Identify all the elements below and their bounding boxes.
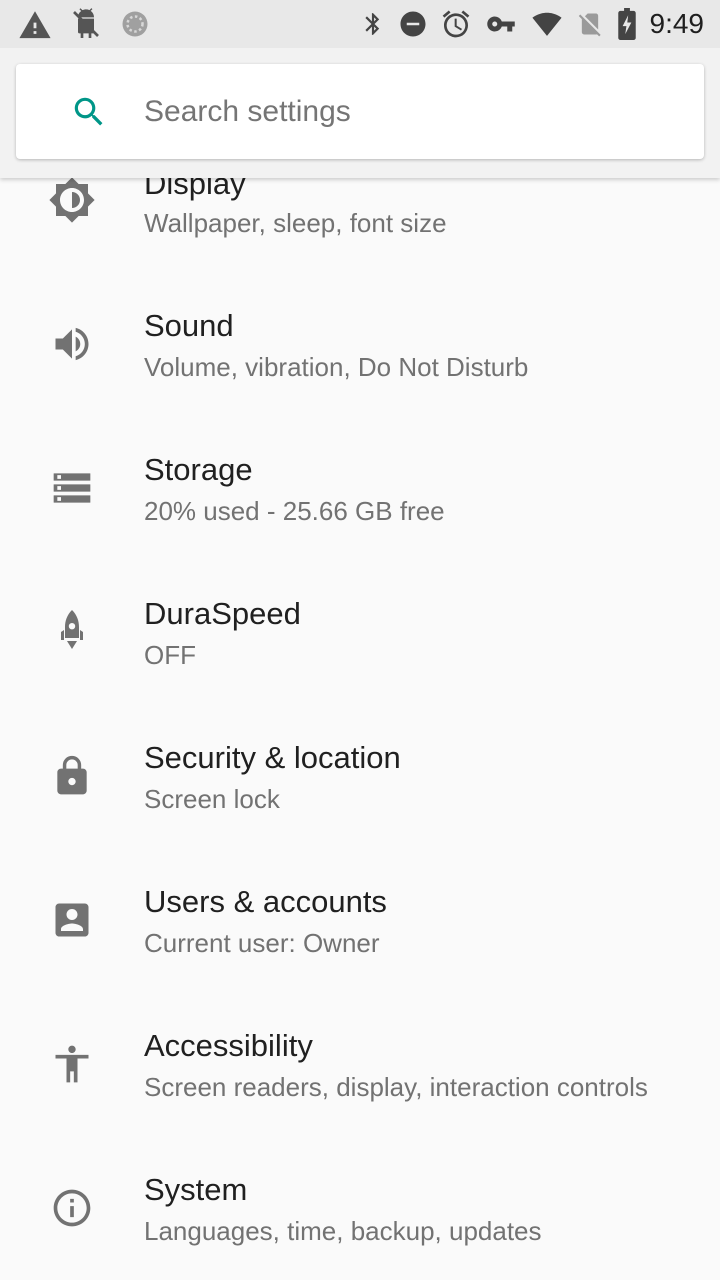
search-input[interactable] — [144, 82, 684, 142]
clock: 9:49 — [649, 8, 705, 39]
alarm-icon — [440, 8, 472, 40]
settings-item-title: Sound — [144, 308, 234, 343]
no-sim-icon — [576, 9, 604, 39]
settings-item-title: Users & accounts — [144, 884, 387, 919]
storage-icon — [48, 464, 96, 512]
settings-item-summary: 20% used - 25.66 GB free — [144, 496, 445, 526]
settings-item-title: Accessibility — [144, 1028, 313, 1063]
warning-icon — [18, 8, 52, 40]
settings-item-duraspeed[interactable]: DuraSpeed OFF — [0, 560, 720, 704]
brightness-icon — [48, 176, 96, 224]
battery-charging-icon — [616, 8, 638, 40]
settings-item-summary: Screen lock — [144, 784, 280, 814]
settings-item-summary: Wallpaper, sleep, font size — [144, 208, 447, 238]
settings-item-summary: Volume, vibration, Do Not Disturb — [144, 352, 529, 382]
status-bar: 9:49 — [0, 0, 720, 48]
info-icon — [48, 1184, 96, 1232]
settings-item-system[interactable]: System Languages, time, backup, updates — [0, 1136, 720, 1280]
settings-item-title: DuraSpeed — [144, 596, 301, 631]
search-bar[interactable] — [16, 64, 704, 159]
settings-item-sound[interactable]: Sound Volume, vibration, Do Not Disturb — [0, 272, 720, 416]
vpn-key-icon — [484, 9, 518, 39]
do-not-disturb-icon — [398, 9, 428, 39]
settings-item-title: Storage — [144, 452, 253, 487]
settings-item-security[interactable]: Security & location Screen lock — [0, 704, 720, 848]
android-debug-icon — [70, 8, 102, 40]
volume-icon — [48, 320, 96, 368]
sync-circle-icon — [120, 9, 150, 39]
search-icon[interactable] — [70, 93, 108, 131]
settings-item-summary: Current user: Owner — [144, 928, 380, 958]
settings-item-accessibility[interactable]: Accessibility Screen readers, display, i… — [0, 992, 720, 1136]
search-header — [0, 48, 720, 178]
lock-icon — [48, 752, 96, 800]
settings-list: Display Wallpaper, sleep, font size Soun… — [0, 0, 720, 1280]
settings-item-storage[interactable]: Storage 20% used - 25.66 GB free — [0, 416, 720, 560]
rocket-icon — [48, 608, 96, 656]
settings-item-title: Security & location — [144, 740, 401, 775]
wifi-icon — [530, 9, 564, 39]
accessibility-icon — [48, 1040, 96, 1088]
account-box-icon — [48, 896, 96, 944]
settings-item-summary: Languages, time, backup, updates — [144, 1216, 542, 1246]
settings-item-title: System — [144, 1172, 248, 1207]
settings-item-users-accounts[interactable]: Users & accounts Current user: Owner — [0, 848, 720, 992]
settings-item-summary: OFF — [144, 640, 196, 670]
bluetooth-icon — [360, 8, 386, 40]
settings-item-summary: Screen readers, display, interaction con… — [144, 1072, 648, 1102]
